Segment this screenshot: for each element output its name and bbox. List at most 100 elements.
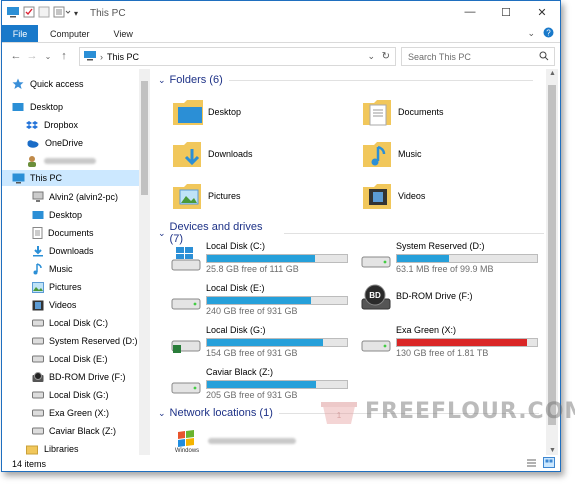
up-arrow-icon[interactable]: ↑ <box>56 50 72 62</box>
watermark-text: FREEFLOUR.COM <box>365 398 575 424</box>
sidebar-item-this-pc[interactable]: This PC <box>2 170 139 186</box>
sidebar-item-caviar-black-z[interactable]: Caviar Black (Z:) <box>32 423 116 439</box>
new-folder-icon[interactable] <box>38 6 50 20</box>
drive-tile-d[interactable]: System Reserved (D:) 63.1 MB free of 99.… <box>360 241 544 277</box>
drive-free-space: 25.8 GB free of 111 GB <box>206 264 299 274</box>
drive-tile-g[interactable]: Local Disk (G:) 154 GB free of 931 GB <box>170 325 350 361</box>
breadcrumb-separator-icon[interactable]: › <box>100 52 103 62</box>
large-icons-view-icon[interactable] <box>543 457 555 470</box>
drive-name: Local Disk (E:) <box>206 283 265 293</box>
sidebar-item-desktop[interactable]: Desktop <box>12 99 63 115</box>
sidebar-item-alvin2[interactable]: Alvin2 (alvin2-pc) <box>32 189 118 205</box>
libraries-icon <box>26 445 38 454</box>
properties-icon[interactable] <box>23 6 35 20</box>
sidebar-scrollbar-thumb[interactable] <box>141 81 148 195</box>
folder-tile-documents[interactable]: Documents <box>362 97 444 127</box>
sidebar-item-pictures[interactable]: Pictures <box>32 279 82 295</box>
documents-icon <box>32 227 43 239</box>
drive-icon <box>32 427 44 435</box>
sidebar-item-label: BD-ROM Drive (F:) <box>49 372 126 382</box>
sidebar-item-local-disk-e[interactable]: Local Disk (E:) <box>32 351 108 367</box>
folder-tile-pictures[interactable]: Pictures <box>172 181 241 211</box>
help-icon[interactable]: ? <box>543 27 554 40</box>
sidebar-item-dropbox[interactable]: Dropbox <box>26 117 78 133</box>
scroll-down-icon[interactable]: ▼ <box>549 447 556 454</box>
sidebar-item-quick-access[interactable]: Quick access <box>12 76 84 92</box>
back-arrow-icon[interactable]: ← <box>8 50 24 62</box>
drive-tile-f[interactable]: BD BD-ROM Drive (F:) <box>360 283 544 319</box>
sidebar-item-user[interactable] <box>26 153 96 169</box>
drive-name: Local Disk (G:) <box>206 325 266 335</box>
scroll-up-icon[interactable]: ▲ <box>549 70 556 77</box>
network-heading: Network locations (1) <box>169 407 273 419</box>
sidebar-item-documents[interactable]: Documents <box>32 225 94 241</box>
search-input[interactable]: Search This PC <box>408 52 539 62</box>
address-bar[interactable]: › This PC ⌄ ↻ <box>79 47 396 66</box>
sidebar-item-label: Exa Green (X:) <box>49 408 110 418</box>
sidebar-item-label: Music <box>49 264 73 274</box>
sidebar-item-local-disk-g[interactable]: Local Disk (G:) <box>32 387 109 403</box>
sidebar-item-videos[interactable]: Videos <box>32 297 76 313</box>
minimize-button[interactable]: — <box>452 1 488 23</box>
pictures-folder-icon <box>173 184 201 209</box>
svg-text:?: ? <box>546 29 551 38</box>
search-box[interactable]: Search This PC <box>401 47 555 66</box>
sidebar-item-downloads[interactable]: Downloads <box>32 243 94 259</box>
sidebar-item-label: Pictures <box>49 282 82 292</box>
star-icon <box>12 78 24 89</box>
sidebar-item-label: Quick access <box>30 79 84 89</box>
sidebar-item-bd-rom-f[interactable]: BD-ROM Drive (F:) <box>32 369 126 385</box>
tab-computer[interactable]: Computer <box>38 25 102 42</box>
folders-section-header[interactable]: ⌄ Folders (6) <box>158 74 533 86</box>
sidebar-item-music[interactable]: Music <box>32 261 73 277</box>
sidebar-item-onedrive[interactable]: OneDrive <box>26 135 83 151</box>
refresh-icon[interactable]: ↻ <box>382 51 390 62</box>
sidebar-item-label: This PC <box>30 173 63 183</box>
dropdown-arrow-icon[interactable]: ▾ <box>74 9 78 18</box>
folder-label: Documents <box>398 107 444 117</box>
tab-view[interactable]: View <box>102 25 145 42</box>
sidebar-item-libraries[interactable]: Libraries <box>26 441 79 455</box>
tab-file[interactable]: File <box>2 25 38 42</box>
sidebar-item-label: Videos <box>49 300 77 310</box>
drive-icon <box>171 298 201 310</box>
sidebar-scrollbar[interactable] <box>139 69 150 455</box>
folder-label: Music <box>398 149 422 159</box>
sidebar-item-exa-green-x[interactable]: Exa Green (X:) <box>32 405 109 421</box>
videos-folder-icon <box>363 184 391 209</box>
content-scrollbar-thumb[interactable] <box>548 85 556 425</box>
network-location-tile[interactable]: Windows <box>172 429 296 453</box>
windows-drive-icon <box>171 247 201 271</box>
folder-tile-videos[interactable]: Videos <box>362 181 425 211</box>
address-dropdown-icon[interactable]: ⌄ <box>367 51 375 62</box>
sidebar-item-desktop-sub[interactable]: Desktop <box>32 207 82 223</box>
user-icon <box>28 156 36 167</box>
sidebar-item-system-reserved-d[interactable]: System Reserved (D:) <box>32 333 138 349</box>
maximize-button[interactable]: ☐ <box>488 1 524 23</box>
sidebar-item-label: Libraries <box>44 444 79 454</box>
recent-locations-icon[interactable]: ⌄ <box>40 52 56 61</box>
bd-drive-icon: BD <box>361 284 391 310</box>
desktop-icon <box>12 102 24 111</box>
drive-tile-x[interactable]: Exa Green (X:) 130 GB free of 1.81 TB <box>360 325 544 361</box>
close-button[interactable]: ✕ <box>524 1 560 23</box>
folder-tile-downloads[interactable]: Downloads <box>172 139 253 169</box>
folder-tile-desktop[interactable]: Desktop <box>172 97 241 127</box>
drive-capacity-bar <box>206 338 348 347</box>
svg-text:Windows: Windows <box>175 448 199 453</box>
drive-icon <box>171 382 201 394</box>
drive-capacity-fill <box>207 339 324 346</box>
customize-toolbar-icon[interactable] <box>53 6 71 20</box>
breadcrumb[interactable]: This PC <box>107 52 139 62</box>
sidebar-item-local-disk-c[interactable]: Local Disk (C:) <box>32 315 108 331</box>
forward-arrow-icon[interactable]: → <box>24 50 40 62</box>
chevron-down-icon[interactable]: ⌄ <box>527 28 535 39</box>
music-folder-icon <box>363 142 391 167</box>
section-divider <box>284 232 544 234</box>
drive-tile-c[interactable]: Local Disk (C:) 25.8 GB free of 111 GB <box>170 241 350 277</box>
folder-label: Pictures <box>208 191 241 201</box>
drive-icon <box>361 256 391 268</box>
folder-tile-music[interactable]: Music <box>362 139 422 169</box>
details-view-icon[interactable] <box>526 458 537 470</box>
drive-tile-e[interactable]: Local Disk (E:) 240 GB free of 931 GB <box>170 283 350 319</box>
